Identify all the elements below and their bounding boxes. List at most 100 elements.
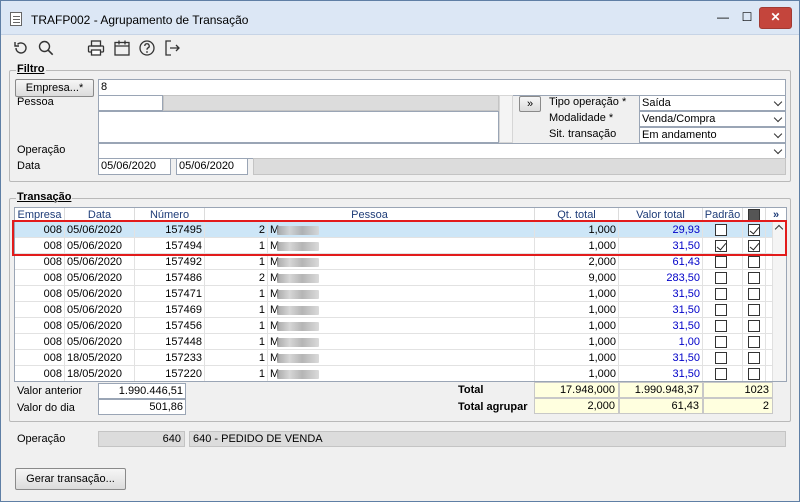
print-icon[interactable]: [87, 39, 105, 57]
blurred-name: [277, 226, 319, 235]
col-valor-total[interactable]: Valor total: [619, 208, 703, 222]
valor-anterior-label: Valor anterior: [17, 385, 83, 397]
select-all-checkbox[interactable]: [748, 209, 760, 221]
agrupar-checkbox[interactable]: [748, 256, 760, 268]
table-row[interactable]: 008 05/06/2020 157494 1 M 1,000 31,50: [15, 238, 773, 254]
col-pessoa[interactable]: Pessoa: [205, 208, 535, 222]
data-inicio-field[interactable]: 05/06/2020: [98, 158, 171, 175]
cell-valor-total: 31,50: [619, 350, 703, 366]
window-title: TRAFP002 - Agrupamento de Transação: [31, 13, 249, 27]
cell-padrao: [703, 302, 743, 318]
cell-qt-total: 1,000: [535, 350, 619, 366]
padrao-checkbox[interactable]: [715, 352, 727, 364]
table-scrollbar[interactable]: [772, 222, 786, 381]
col-empresa[interactable]: Empresa: [15, 208, 65, 222]
chevron-down-icon: [773, 144, 783, 158]
agrupar-checkbox[interactable]: [748, 224, 760, 236]
cell-padrao: [703, 254, 743, 270]
col-agrupar[interactable]: [743, 208, 766, 222]
cell-count: 2: [205, 270, 268, 286]
cell-agrupar: [743, 286, 766, 302]
cell-valor-total: 61,43: [619, 254, 703, 270]
cell-pessoa: M: [268, 334, 535, 350]
padrao-checkbox[interactable]: [715, 368, 727, 380]
gerar-transacao-button[interactable]: Gerar transação...: [15, 468, 126, 490]
maximize-button[interactable]: ☐: [735, 7, 759, 29]
window: TRAFP002 - Agrupamento de Transação — ☐ …: [0, 0, 800, 502]
table-row[interactable]: 008 05/06/2020 157471 1 M 1,000 31,50: [15, 286, 773, 302]
pessoa-scrollbar[interactable]: [499, 95, 513, 143]
agrupar-checkbox[interactable]: [748, 368, 760, 380]
agrupar-checkbox[interactable]: [748, 352, 760, 364]
valor-dia-label: Valor do dia: [17, 402, 75, 414]
help-icon[interactable]: [138, 39, 156, 57]
empresa-field[interactable]: 8: [98, 79, 786, 96]
cell-count: 1: [205, 254, 268, 270]
cell-padrao: [703, 286, 743, 302]
padrao-checkbox[interactable]: [715, 304, 727, 316]
expand-button[interactable]: »: [519, 96, 541, 112]
cell-empresa: 008: [15, 238, 65, 254]
pessoa-detail-area: [98, 111, 499, 143]
operacao-select[interactable]: [98, 143, 786, 159]
table-row[interactable]: 008 05/06/2020 157448 1 M 1,000 1,00: [15, 334, 773, 350]
cell-pessoa: M: [268, 366, 535, 381]
col-qt-total[interactable]: Qt. total: [535, 208, 619, 222]
cell-data: 05/06/2020: [65, 270, 135, 286]
cell-valor-total: 31,50: [619, 302, 703, 318]
pessoa-label: Pessoa: [17, 96, 54, 108]
padrao-checkbox[interactable]: [715, 336, 727, 348]
cell-agrupar: [743, 302, 766, 318]
padrao-checkbox[interactable]: [715, 224, 727, 236]
cell-empresa: 008: [15, 286, 65, 302]
minimize-button[interactable]: —: [711, 7, 735, 29]
table-row[interactable]: 008 05/06/2020 157469 1 M 1,000 31,50: [15, 302, 773, 318]
columns-menu-button[interactable]: »: [766, 208, 786, 222]
scroll-up-icon[interactable]: [774, 224, 784, 234]
cell-numero: 157486: [135, 270, 205, 286]
exit-icon[interactable]: [163, 39, 181, 57]
agrupar-checkbox[interactable]: [748, 272, 760, 284]
agrupar-checkbox[interactable]: [748, 304, 760, 316]
table-row[interactable]: 008 05/06/2020 157495 2 M 1,000 29,93: [15, 222, 773, 238]
cell-empresa: 008: [15, 334, 65, 350]
pessoa-code-field[interactable]: [98, 95, 163, 111]
total-qt: 17.948,000: [534, 382, 619, 398]
cell-pessoa: M: [268, 222, 535, 238]
tipo-operacao-select[interactable]: Saída: [639, 95, 786, 111]
table-row[interactable]: 008 18/05/2020 157220 1 M 1,000 31,50: [15, 366, 773, 381]
cell-empresa: 008: [15, 366, 65, 381]
cell-agrupar: [743, 318, 766, 334]
empresa-button[interactable]: Empresa...*: [15, 79, 94, 97]
close-button[interactable]: ✕: [759, 7, 792, 29]
cell-data: 18/05/2020: [65, 366, 135, 381]
operacao-footer-label: Operação: [17, 433, 66, 445]
table-row[interactable]: 008 05/06/2020 157486 2 M 9,000 283,50: [15, 270, 773, 286]
table-row[interactable]: 008 05/06/2020 157492 1 M 2,000 61,43: [15, 254, 773, 270]
cell-valor-total: 31,50: [619, 238, 703, 254]
cell-count: 1: [205, 366, 268, 381]
data-fim-field[interactable]: 05/06/2020: [176, 158, 248, 175]
table-row[interactable]: 008 05/06/2020 157456 1 M 1,000 31,50: [15, 318, 773, 334]
padrao-checkbox[interactable]: [715, 240, 727, 252]
search-icon[interactable]: [37, 39, 55, 57]
padrao-checkbox[interactable]: [715, 320, 727, 332]
col-numero[interactable]: Número: [135, 208, 205, 222]
agrupar-checkbox[interactable]: [748, 288, 760, 300]
table-row[interactable]: 008 18/05/2020 157233 1 M 1,000 31,50: [15, 350, 773, 366]
calendar-icon[interactable]: [113, 39, 131, 57]
document-icon: [10, 12, 22, 26]
refresh-icon[interactable]: [12, 39, 30, 57]
modalidade-select[interactable]: Venda/Compra: [639, 111, 786, 127]
agrupar-checkbox[interactable]: [748, 336, 760, 348]
col-padrao[interactable]: Padrão: [703, 208, 743, 222]
col-data[interactable]: Data: [65, 208, 135, 222]
sit-transacao-select[interactable]: Em andamento: [639, 127, 786, 143]
blurred-name: [277, 242, 319, 251]
valor-dia-field: 501,86: [98, 399, 186, 415]
agrupar-checkbox[interactable]: [748, 320, 760, 332]
padrao-checkbox[interactable]: [715, 288, 727, 300]
padrao-checkbox[interactable]: [715, 256, 727, 268]
agrupar-checkbox[interactable]: [748, 240, 760, 252]
padrao-checkbox[interactable]: [715, 272, 727, 284]
